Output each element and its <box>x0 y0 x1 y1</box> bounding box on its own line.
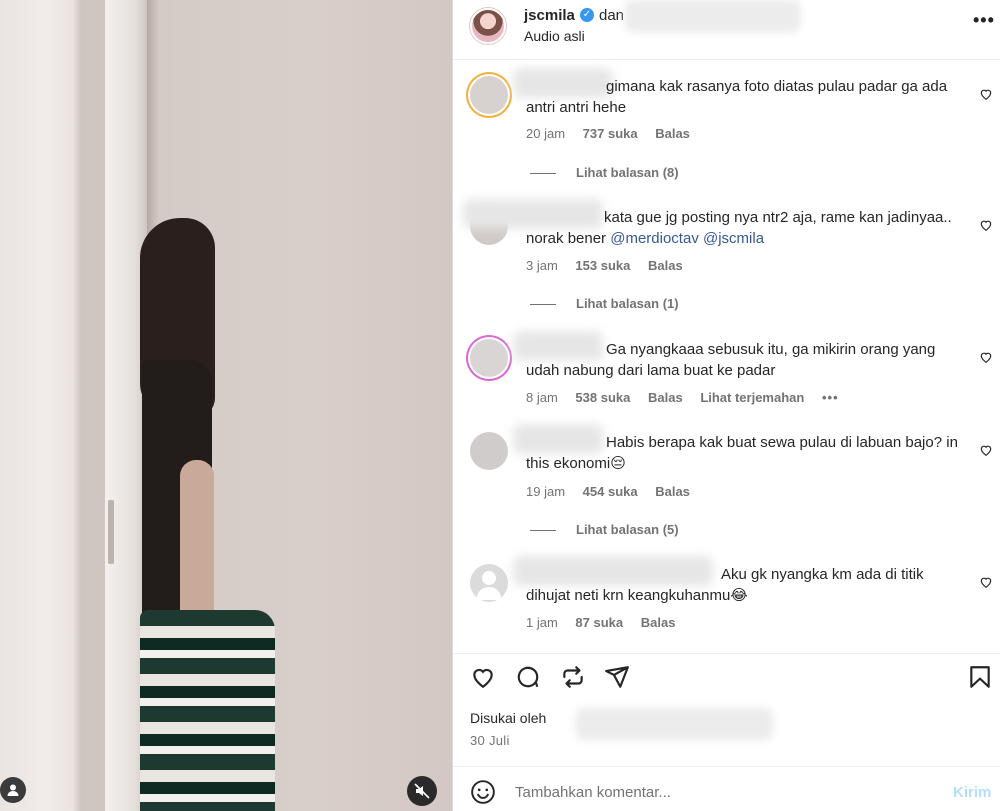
post-date[interactable]: 30 Juli <box>470 733 510 748</box>
reply-button[interactable]: Balas <box>641 615 676 630</box>
comment-meta: 20 jam 737 suka Balas <box>526 126 704 141</box>
repost-icon[interactable] <box>560 664 586 690</box>
comment-likes[interactable]: 454 suka <box>583 484 638 499</box>
tagged-people-button[interactable] <box>0 777 26 803</box>
author-avatar[interactable] <box>470 8 506 44</box>
comment-time[interactable]: 19 jam <box>526 484 565 499</box>
blurred-likers <box>576 708 773 740</box>
comment-likes[interactable]: 737 suka <box>583 126 638 141</box>
action-bar <box>453 653 1000 703</box>
comment-text: Aku gk nyangka km ada di titik dihujat n… <box>526 566 924 604</box>
comment-input[interactable]: Tambahkan komentar... <box>515 784 671 801</box>
comment-icon[interactable] <box>515 664 541 690</box>
heart-icon[interactable] <box>979 575 993 589</box>
comment-text: Ga nyangkaaa sebusuk itu, ga mikirin ora… <box>526 341 936 379</box>
comment-likes[interactable]: 87 suka <box>575 615 623 630</box>
author-username[interactable]: jscmila <box>524 7 575 24</box>
collab-conjunction: dan <box>599 7 625 24</box>
more-options-button[interactable]: ••• <box>973 10 995 31</box>
comment-likes[interactable]: 538 suka <box>575 390 630 405</box>
comment-meta: 8 jam 538 suka Balas Lihat terjemahan ••… <box>526 390 853 405</box>
post-video[interactable] <box>0 0 452 811</box>
commenter-avatar[interactable] <box>470 564 508 602</box>
blurred-collaborator <box>625 0 800 32</box>
comment-time[interactable]: 20 jam <box>526 126 565 141</box>
emoji-icon[interactable] <box>470 779 496 805</box>
share-icon[interactable] <box>604 664 630 690</box>
heart-icon[interactable] <box>979 218 993 232</box>
mention-link[interactable]: @jscmila <box>703 230 764 247</box>
view-replies-button[interactable]: Lihat balasan (1) <box>530 296 679 311</box>
commenter-avatar[interactable] <box>470 339 508 377</box>
comment-text: Habis berapa kak buat sewa pulau di labu… <box>526 434 958 472</box>
comment-text: gimana kak rasanya foto diatas pulau pad… <box>526 78 948 116</box>
person-icon <box>7 784 19 796</box>
view-replies-button[interactable]: Lihat balasan (5) <box>530 522 679 537</box>
view-replies-button[interactable]: Lihat balasan (8) <box>530 165 679 180</box>
comment-meta: 3 jam 153 suka Balas <box>526 258 697 273</box>
comment-meta: 1 jam 87 suka Balas <box>526 615 689 630</box>
person-skirt <box>140 610 275 811</box>
add-comment-bar: Tambahkan komentar... Kirim <box>453 766 1000 811</box>
post-header: jscmila ✓ dan Audio asli ••• <box>453 0 1000 60</box>
commenter-avatar[interactable] <box>470 76 508 114</box>
mute-button[interactable] <box>407 776 437 806</box>
comment-time[interactable]: 1 jam <box>526 615 558 630</box>
comment-time[interactable]: 8 jam <box>526 390 558 405</box>
comment-options-button[interactable]: ••• <box>822 390 839 405</box>
heart-icon[interactable] <box>979 350 993 364</box>
comment-meta: 19 jam 454 suka Balas <box>526 484 704 499</box>
send-comment-button[interactable]: Kirim <box>953 784 991 801</box>
mention-link[interactable]: @merdioctav <box>610 230 699 247</box>
liked-by-text[interactable]: Disukai oleh <box>470 710 546 726</box>
comment-time[interactable]: 3 jam <box>526 258 558 273</box>
reply-button[interactable]: Balas <box>655 126 690 141</box>
comment-text: kata gue jg posting nya ntr2 aja, rame k… <box>526 209 952 247</box>
reply-button[interactable]: Balas <box>648 390 683 405</box>
heart-icon[interactable] <box>470 664 496 690</box>
reply-button[interactable]: Balas <box>655 484 690 499</box>
heart-icon[interactable] <box>979 443 993 457</box>
muted-speaker-icon <box>414 783 430 799</box>
reply-button[interactable]: Balas <box>648 258 683 273</box>
post-sidebar: jscmila ✓ dan Audio asli ••• gimana kak … <box>453 0 1000 811</box>
heart-icon[interactable] <box>979 87 993 101</box>
audio-label[interactable]: Audio asli <box>524 28 585 44</box>
comment-likes[interactable]: 153 suka <box>575 258 630 273</box>
bookmark-icon[interactable] <box>967 664 993 690</box>
translate-button[interactable]: Lihat terjemahan <box>700 390 804 405</box>
verified-badge-icon: ✓ <box>580 8 594 22</box>
commenter-avatar[interactable] <box>470 432 508 470</box>
